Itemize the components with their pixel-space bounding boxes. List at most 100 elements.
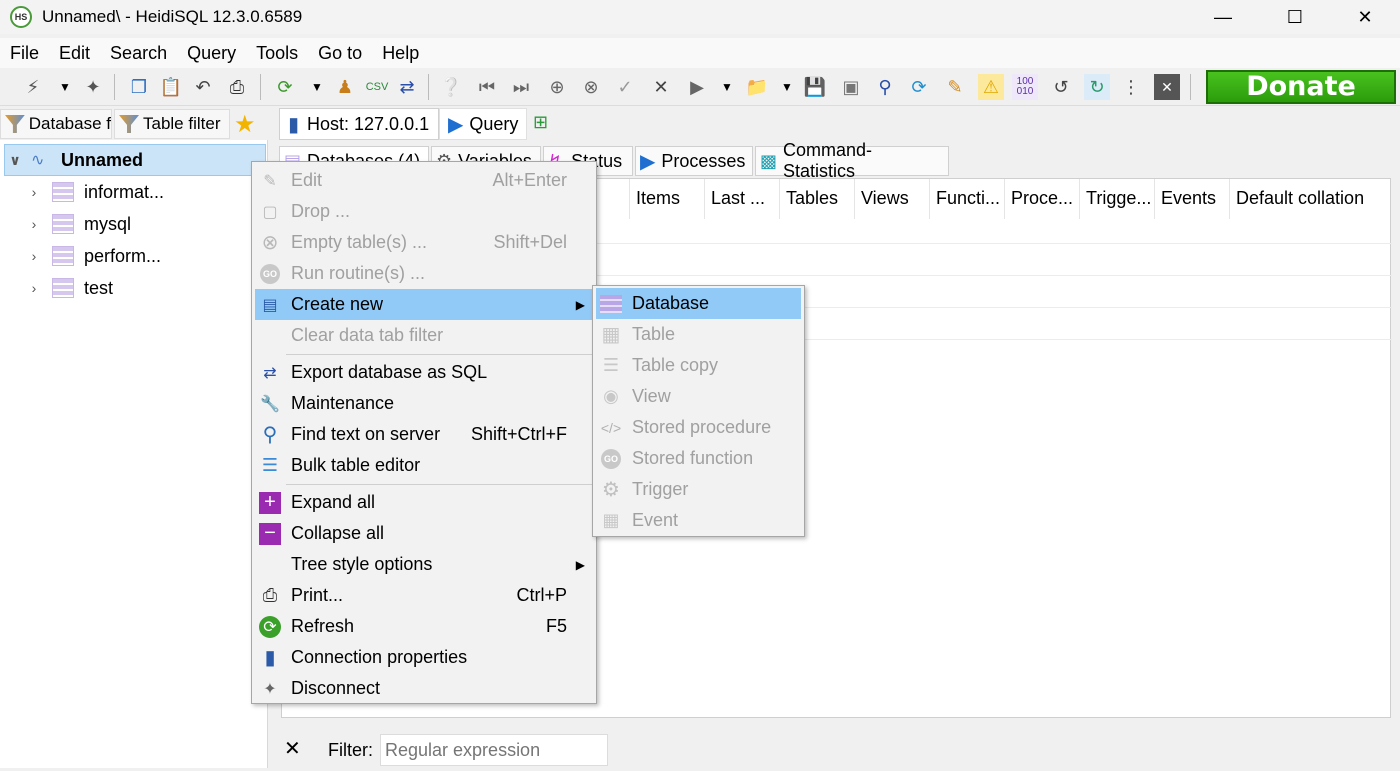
submenu-item-stored-function[interactable]: GO Stored function	[596, 443, 801, 474]
menu-item-label: Collapse all	[291, 523, 385, 543]
submenu-item-event[interactable]: ▦ Event	[596, 505, 801, 536]
menu-search[interactable]: Search	[100, 43, 177, 64]
menu-item-expand-all[interactable]: + Expand all	[255, 487, 593, 518]
printer-icon[interactable]: ⎙	[224, 74, 250, 100]
menu-item-connection-properties[interactable]: ▮ Connection properties	[255, 642, 593, 673]
undo-icon[interactable]: ↶	[190, 74, 216, 100]
menu-help[interactable]: Help	[372, 43, 429, 64]
menu-item-drop[interactable]: ▢ Drop ...	[255, 196, 593, 227]
column-header-procedures[interactable]: Proce...	[1005, 179, 1080, 219]
database-filter-tab[interactable]: Database f	[0, 109, 112, 139]
menu-item-empty-tables[interactable]: ⊗ Empty table(s) ... Shift+Del	[255, 227, 593, 258]
menu-item-collapse-all[interactable]: − Collapse all	[255, 518, 593, 549]
insert-record-icon[interactable]: ⊕	[544, 74, 570, 100]
find-icon[interactable]: ⚲	[872, 74, 898, 100]
export-sql-icon[interactable]: ⇄	[394, 74, 420, 100]
menu-item-find-text[interactable]: ⚲ Find text on server Shift+Ctrl+F	[255, 419, 593, 450]
column-header-views[interactable]: Views	[855, 179, 930, 219]
replace-icon[interactable]: ⟳	[906, 74, 932, 100]
connect-icon[interactable]: ⚡	[20, 74, 46, 100]
submenu-item-database[interactable]: Database	[596, 288, 801, 319]
save-icon[interactable]: 💾	[802, 74, 828, 100]
submenu-item-table[interactable]: ▦ Table	[596, 319, 801, 350]
submenu-item-table-copy[interactable]: ☰ Table copy	[596, 350, 801, 381]
table-filter-tab[interactable]: Table filter	[114, 109, 230, 139]
menu-goto[interactable]: Go to	[308, 43, 372, 64]
chevron-right-icon[interactable]: ›	[24, 280, 44, 296]
delete-record-icon[interactable]: ⊗	[578, 74, 604, 100]
new-query-tab-icon[interactable]: ⊞	[533, 112, 548, 133]
post-record-icon[interactable]: ✓	[612, 74, 638, 100]
close-tab-icon[interactable]: ✕	[1154, 74, 1180, 100]
save-snippet-icon[interactable]: ▣	[838, 74, 864, 100]
column-header-triggers[interactable]: Trigge...	[1080, 179, 1155, 219]
menu-item-clear-data-tab-filter[interactable]: Clear data tab filter	[255, 320, 593, 351]
menu-item-bulk-table-editor[interactable]: ☰ Bulk table editor	[255, 450, 593, 481]
disconnect-icon[interactable]: ✦	[80, 74, 106, 100]
filter-input[interactable]	[380, 734, 608, 766]
first-record-icon[interactable]: ⏮	[474, 74, 500, 100]
chevron-right-icon[interactable]: ›	[24, 248, 44, 264]
column-header-tables[interactable]: Tables	[780, 179, 855, 219]
submenu-item-stored-procedure[interactable]: </> Stored procedure	[596, 412, 801, 443]
user-manager-icon[interactable]: ♟	[332, 74, 358, 100]
csv-import-icon[interactable]: CSV	[364, 74, 390, 100]
donate-button[interactable]: Donate	[1206, 70, 1396, 104]
tab-query[interactable]: ▶ Query	[439, 108, 527, 140]
binary-icon[interactable]: 100 010	[1012, 74, 1038, 100]
column-header-default-collation[interactable]: Default collation	[1230, 179, 1390, 219]
open-file-icon[interactable]: 📁	[744, 74, 770, 100]
column-header-items[interactable]: Items	[630, 179, 705, 219]
menu-item-label: Connection properties	[291, 647, 468, 667]
column-header-events[interactable]: Events	[1155, 179, 1230, 219]
menu-item-print[interactable]: ⎙ Print... Ctrl+P	[255, 580, 593, 611]
tab-processes[interactable]: ▶ Processes	[635, 146, 753, 176]
sql-beautifier-icon[interactable]: ✎	[942, 74, 968, 100]
comment-icon[interactable]: ⋮	[1118, 74, 1144, 100]
menu-edit[interactable]: Edit	[49, 43, 100, 64]
wrap-lines-icon[interactable]: ↺	[1048, 74, 1074, 100]
paste-icon[interactable]: 📋	[158, 74, 184, 100]
submenu-arrow-icon: ▶	[575, 297, 585, 312]
cancel-edit-icon[interactable]: ✕	[648, 74, 674, 100]
warnings-icon[interactable]: ⚠	[978, 74, 1004, 100]
submenu-item-view[interactable]: ◉ View	[596, 381, 801, 412]
menu-item-edit[interactable]: ✎ Edit Alt+Enter	[255, 165, 593, 196]
column-header-functions[interactable]: Functi...	[930, 179, 1005, 219]
execute-dropdown-icon[interactable]: ▼	[714, 74, 740, 100]
menu-item-create-new[interactable]: ▤ Create new ▶	[255, 289, 593, 320]
open-file-dropdown-icon[interactable]: ▼	[774, 74, 800, 100]
refresh-dropdown-icon[interactable]: ▼	[304, 74, 330, 100]
copy-icon[interactable]: ❐	[126, 74, 152, 100]
tab-command-statistics[interactable]: ▩ Command-Statistics	[755, 140, 949, 181]
menu-tools[interactable]: Tools	[246, 43, 308, 64]
menu-query[interactable]: Query	[177, 43, 246, 64]
calendar-icon: ▦	[602, 510, 620, 530]
execute-query-icon[interactable]: ▶	[684, 74, 710, 100]
chevron-right-icon[interactable]: ›	[24, 184, 44, 200]
menu-item-maintenance[interactable]: 🔧 Maintenance	[255, 388, 593, 419]
tab-host[interactable]: ▮ Host: 127.0.0.1	[279, 108, 439, 140]
chevron-down-icon[interactable]: ∨	[5, 152, 25, 169]
menu-separator	[286, 354, 592, 355]
favorites-star-icon[interactable]: ★	[234, 110, 256, 139]
chevron-right-icon[interactable]: ›	[24, 216, 44, 232]
close-filter-icon[interactable]: ✕	[284, 736, 301, 761]
help-icon[interactable]: ❔	[438, 74, 464, 100]
minimize-button[interactable]: —	[1188, 0, 1258, 34]
menu-item-run-routines[interactable]: GO Run routine(s) ...	[255, 258, 593, 289]
menu-file[interactable]: File	[0, 43, 49, 64]
refresh-icon[interactable]: ⟳	[272, 74, 298, 100]
menu-item-disconnect[interactable]: ✦ Disconnect	[255, 673, 593, 704]
tree-node-unnamed[interactable]: ∨ ∿ Unnamed	[4, 144, 266, 176]
connect-dropdown-icon[interactable]: ▼	[52, 74, 78, 100]
maximize-button[interactable]: ☐	[1260, 0, 1330, 34]
menu-item-refresh[interactable]: ⟳ Refresh F5	[255, 611, 593, 642]
close-window-button[interactable]: ✕	[1330, 0, 1400, 34]
menu-item-tree-style-options[interactable]: Tree style options ▶	[255, 549, 593, 580]
last-record-icon[interactable]: ⏭	[508, 74, 534, 100]
submenu-item-trigger[interactable]: ⚙ Trigger	[596, 474, 801, 505]
column-header-last[interactable]: Last ...	[705, 179, 780, 219]
menu-item-export-database[interactable]: ⇄ Export database as SQL	[255, 357, 593, 388]
auto-refresh-icon[interactable]: ↻	[1084, 74, 1110, 100]
